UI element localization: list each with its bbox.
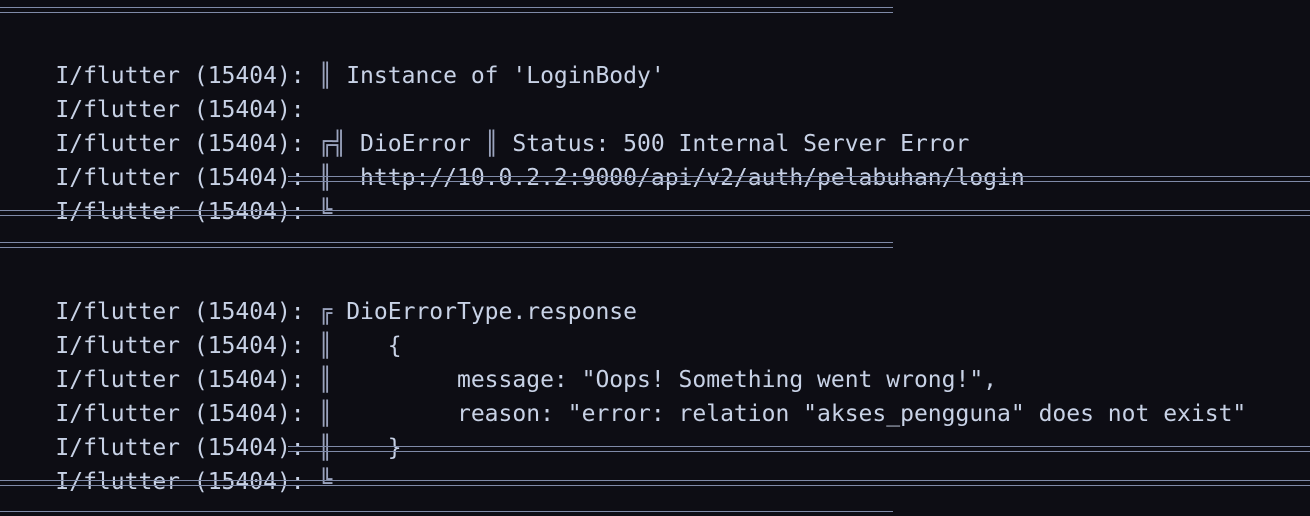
divider-bottom <box>0 511 893 516</box>
log-line-reason: I/flutter (15404): ║ reason: "error: rel… <box>0 363 1246 427</box>
log-line-errortype: I/flutter (15404): ╔ DioErrorType.respon… <box>0 261 637 325</box>
log-line-open-brace: I/flutter (15404): ║ { <box>0 295 401 359</box>
reason-text: reason: "error: relation "akses_pengguna… <box>332 401 1247 427</box>
log-line-instance: I/flutter (15404): ║ Instance of 'LoginB… <box>0 25 664 89</box>
divider-full-1 <box>0 210 1310 216</box>
divider-close-2 <box>288 446 1310 452</box>
log-line-close-1: I/flutter (15404): ╚ <box>0 161 332 225</box>
terminal-window[interactable]: I/flutter (15404): ║ Instance of 'LoginB… <box>0 0 1310 516</box>
divider-full-2 <box>0 480 1310 486</box>
log-line-close-brace: I/flutter (15404): ║ } <box>0 397 401 461</box>
double-bar-glyph: ║ <box>318 63 333 89</box>
log-line-close-2: I/flutter (15404): ╚ <box>0 431 332 495</box>
divider-top-2 <box>0 242 893 248</box>
divider-close-1 <box>288 176 1310 182</box>
log-line-message: I/flutter (15404): ║ message: "Oops! Som… <box>0 329 997 393</box>
log-line-empty: I/flutter (15404): <box>0 59 319 123</box>
divider-top <box>0 7 893 13</box>
instance-text: Instance of 'LoginBody' <box>332 63 665 89</box>
log-line-url: I/flutter (15404): ║ http://10.0.2.2:900… <box>0 127 1024 191</box>
log-line-dioerror: I/flutter (15404): ╔╣ DioError ║ Status:… <box>0 93 969 157</box>
